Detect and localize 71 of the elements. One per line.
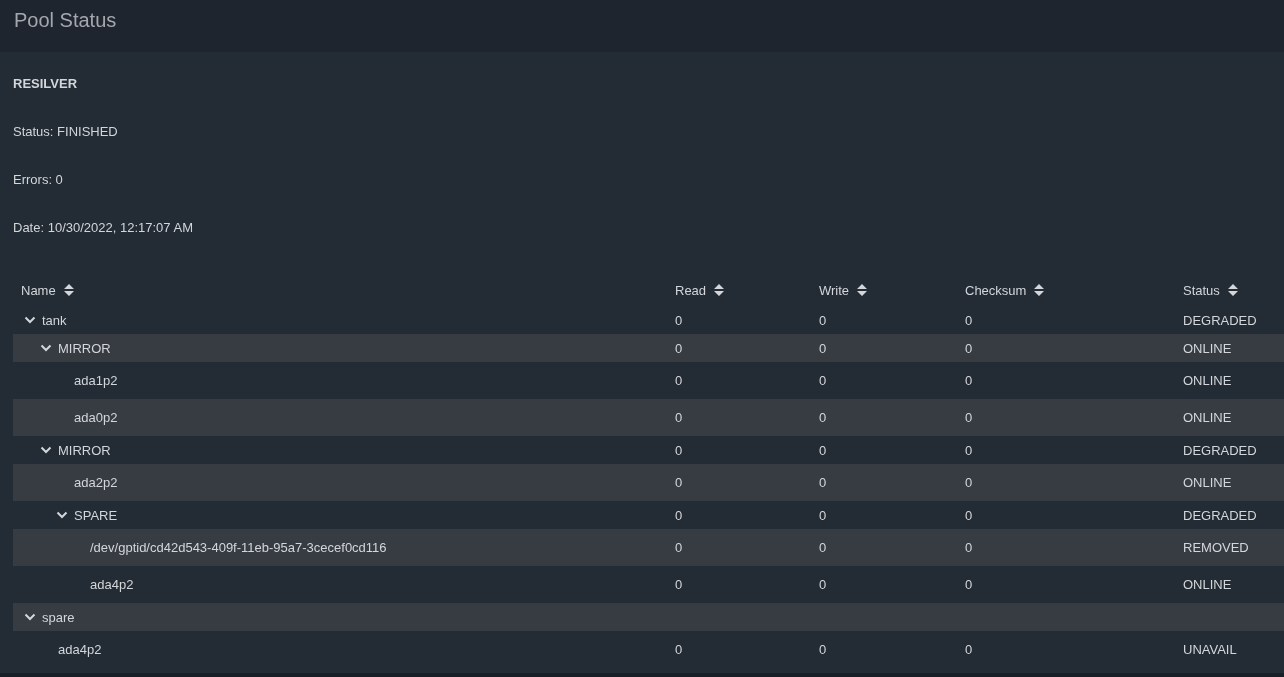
column-header[interactable]: Write <box>819 282 850 298</box>
sort-icon[interactable] <box>1034 284 1045 296</box>
error-count: 0 <box>819 340 827 356</box>
error-count: 0 <box>819 475 827 490</box>
error-count: 0 <box>819 312 827 328</box>
status-text: ONLINE <box>1183 475 1232 490</box>
error-count: 0 <box>675 312 683 328</box>
error-count: 0 <box>965 475 973 490</box>
scan-info-text: Date: 10/30/2022, 12:17:07 AM <box>13 220 194 236</box>
error-count: 0 <box>965 642 973 657</box>
error-count: 0 <box>819 642 827 657</box>
error-count: 0 <box>819 442 827 458</box>
error-count: 0 <box>965 312 973 328</box>
status-text: ONLINE <box>1183 340 1232 356</box>
error-count: 0 <box>819 507 827 523</box>
device-name: ada4p2 <box>90 577 134 592</box>
error-count: 0 <box>965 340 973 356</box>
error-count: 0 <box>965 410 973 425</box>
status-text: DEGRADED <box>1183 442 1257 458</box>
error-count: 0 <box>819 540 827 555</box>
device-name: tank <box>42 312 67 328</box>
scan-info-text: Errors: 0 <box>13 172 64 188</box>
scan-info-text: Status: FINISHED <box>13 124 119 140</box>
error-count: 0 <box>965 577 973 592</box>
error-count: 0 <box>965 373 973 388</box>
status-text: DEGRADED <box>1183 312 1257 328</box>
error-count: 0 <box>675 577 683 592</box>
column-header[interactable]: Read <box>675 282 707 298</box>
error-count: 0 <box>675 475 683 490</box>
device-name: ada1p2 <box>74 373 118 388</box>
error-count: 0 <box>819 410 827 425</box>
device-name: spare <box>42 609 75 625</box>
error-count: 0 <box>675 442 683 458</box>
chevron-icon[interactable] <box>24 613 36 621</box>
status-text: UNAVAIL <box>1183 642 1237 657</box>
sort-icon[interactable] <box>714 284 725 296</box>
error-count: 0 <box>675 373 683 388</box>
scan-type-heading: RESILVER <box>13 76 79 92</box>
chevron-icon[interactable] <box>40 446 52 454</box>
device-name: /dev/gptid/cd42d543-409f-11eb-95a7-3cecef0cd116 <box>90 540 387 555</box>
chevron-icon[interactable] <box>56 511 68 519</box>
column-header[interactable]: Checksum <box>965 282 1027 298</box>
column-header[interactable]: Status <box>1183 282 1220 298</box>
error-count: 0 <box>675 410 683 425</box>
device-name: SPARE <box>74 507 118 523</box>
error-count: 0 <box>675 340 683 356</box>
status-text: DEGRADED <box>1183 507 1257 523</box>
status-text: ONLINE <box>1183 410 1232 425</box>
page-title: Pool Status <box>14 8 117 32</box>
error-count: 0 <box>819 373 827 388</box>
sort-icon[interactable] <box>63 284 74 296</box>
error-count: 0 <box>675 507 683 523</box>
device-name: ada4p2 <box>58 642 102 657</box>
chevron-icon[interactable] <box>40 344 52 352</box>
error-count: 0 <box>675 540 683 555</box>
status-text: REMOVED <box>1183 540 1249 555</box>
sort-icon[interactable] <box>857 284 868 296</box>
error-count: 0 <box>965 540 973 555</box>
error-count: 0 <box>819 577 827 592</box>
error-count: 0 <box>965 507 973 523</box>
device-name: MIRROR <box>58 442 111 458</box>
error-count: 0 <box>965 442 973 458</box>
status-text: ONLINE <box>1183 373 1232 388</box>
device-name: ada2p2 <box>74 475 118 490</box>
device-name: MIRROR <box>58 340 111 356</box>
column-header[interactable]: Name <box>21 282 56 298</box>
chevron-icon[interactable] <box>24 316 36 324</box>
status-text: ONLINE <box>1183 577 1232 592</box>
sort-icon[interactable] <box>1227 284 1238 296</box>
error-count: 0 <box>675 642 683 657</box>
device-name: ada0p2 <box>74 410 118 425</box>
